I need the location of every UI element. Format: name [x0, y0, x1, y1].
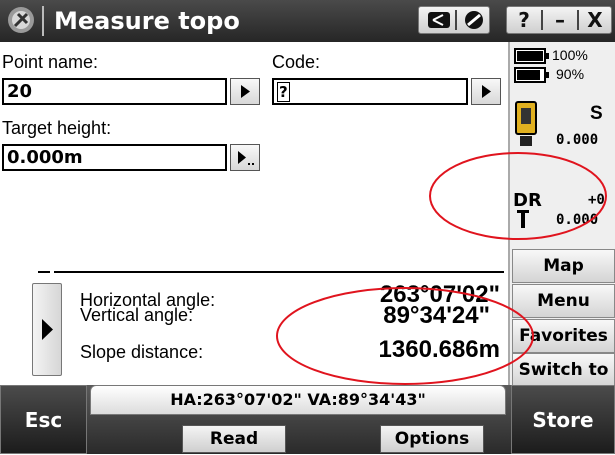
annotation-circle-status [429, 152, 607, 240]
annotation-overlay [276, 152, 607, 385]
annotation-circle-measurements [276, 287, 534, 385]
